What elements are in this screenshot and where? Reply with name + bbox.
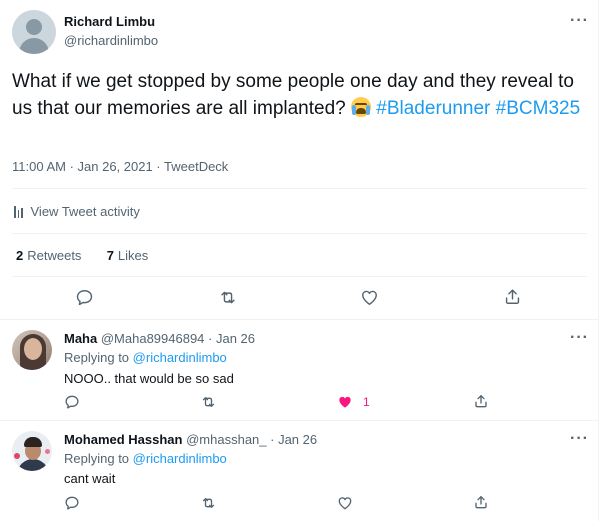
replying-to-prefix: Replying to xyxy=(64,451,130,466)
avatar-shirt xyxy=(17,459,49,471)
divider xyxy=(12,276,587,277)
divider xyxy=(0,420,599,421)
view-tweet-activity-link[interactable]: View Tweet activity xyxy=(14,204,140,219)
divider xyxy=(0,319,599,320)
likes-label: Likes xyxy=(117,248,149,263)
more-options-icon[interactable]: ··· xyxy=(570,330,589,346)
liked-heart-icon xyxy=(339,396,351,408)
retweet-button[interactable] xyxy=(200,394,217,410)
retweets-stat[interactable]: 2 Retweets xyxy=(16,248,81,263)
more-options-icon[interactable]: ··· xyxy=(570,431,589,447)
share-icon xyxy=(475,496,487,509)
reply-icon xyxy=(65,395,79,409)
replying-to-prefix: Replying to xyxy=(64,350,130,365)
default-avatar-body xyxy=(19,38,49,54)
avatar-face xyxy=(24,338,42,360)
like-icon xyxy=(362,290,377,305)
share-button[interactable] xyxy=(473,494,489,510)
reply-header: Mohamed Hasshan @mhasshan_ · Jan 26 xyxy=(64,432,317,447)
likes-count: 7 xyxy=(106,248,114,263)
reply-header: Maha @Maha89946894 · Jan 26 xyxy=(64,331,255,346)
analytics-bar-icon xyxy=(14,205,23,218)
share-button[interactable] xyxy=(503,287,522,306)
reply-icon xyxy=(76,290,93,306)
reply-button[interactable] xyxy=(75,288,94,307)
replying-to-handle-link[interactable]: @richardinlimbo xyxy=(133,451,227,466)
replying-to-handle-link[interactable]: @richardinlimbo xyxy=(133,350,227,365)
tweet-body: What if we get stopped by some people on… xyxy=(12,71,574,119)
divider xyxy=(12,233,587,234)
retweets-count: 2 xyxy=(16,248,24,263)
reply-button[interactable] xyxy=(64,495,80,511)
divider xyxy=(12,188,587,189)
retweet-icon xyxy=(221,291,235,304)
share-icon xyxy=(505,289,520,304)
replying-to: Replying to @richardinlimbo xyxy=(64,451,227,466)
like-count: 1 xyxy=(363,395,370,409)
like-button[interactable] xyxy=(337,495,353,511)
retweet-button[interactable] xyxy=(218,288,238,307)
engagement-stats: 2 Retweets 7 Likes xyxy=(16,248,148,263)
activity-label: View Tweet activity xyxy=(30,204,140,219)
author-name[interactable]: Richard Limbu xyxy=(64,14,155,29)
retweets-label: Retweets xyxy=(27,248,82,263)
loudly-crying-face-icon xyxy=(351,97,371,117)
author-avatar[interactable] xyxy=(12,10,56,54)
reply-author-handle[interactable]: @mhasshan_ xyxy=(186,432,266,447)
replying-to: Replying to @richardinlimbo xyxy=(64,350,227,365)
reply-text: cant wait xyxy=(64,471,116,486)
more-options-icon[interactable]: ··· xyxy=(570,13,589,29)
like-icon xyxy=(338,497,352,510)
tweet-thread: Richard Limbu @richardinlimbo ··· What i… xyxy=(0,0,599,521)
like-button[interactable]: 1 xyxy=(337,394,370,410)
hashtag-bcm325[interactable]: #BCM325 xyxy=(496,98,581,119)
tweet-text: What if we get stopped by some people on… xyxy=(12,68,582,122)
hashtag-bladerunner[interactable]: #Bladerunner xyxy=(376,98,490,119)
reply-button[interactable] xyxy=(64,394,80,410)
reply-author-name[interactable]: Mohamed Hasshan xyxy=(64,432,182,447)
share-button[interactable] xyxy=(473,393,489,409)
retweet-icon xyxy=(202,397,215,407)
like-button[interactable] xyxy=(360,288,379,307)
reply-date[interactable]: · Jan 26 xyxy=(208,331,255,346)
reply-date[interactable]: · Jan 26 xyxy=(270,432,317,447)
avatar-flower xyxy=(45,449,50,454)
author-handle[interactable]: @richardinlimbo xyxy=(64,33,158,48)
retweet-icon xyxy=(202,498,215,508)
retweet-button[interactable] xyxy=(200,495,217,511)
reply-icon xyxy=(65,496,79,510)
reply-author-name[interactable]: Maha xyxy=(64,331,97,346)
avatar-flower xyxy=(14,453,20,459)
reply-avatar[interactable] xyxy=(12,431,52,471)
default-avatar-head xyxy=(26,19,42,35)
share-icon xyxy=(475,395,487,408)
reply-author-handle[interactable]: @Maha89946894 xyxy=(101,331,205,346)
tweet-timestamp[interactable]: 11:00 AM · Jan 26, 2021 · TweetDeck xyxy=(12,159,228,174)
reply-avatar[interactable] xyxy=(12,330,52,370)
likes-stat[interactable]: 7 Likes xyxy=(107,248,149,263)
reply-text: NOOO.. that would be so sad xyxy=(64,371,234,386)
avatar-hair xyxy=(24,437,42,447)
